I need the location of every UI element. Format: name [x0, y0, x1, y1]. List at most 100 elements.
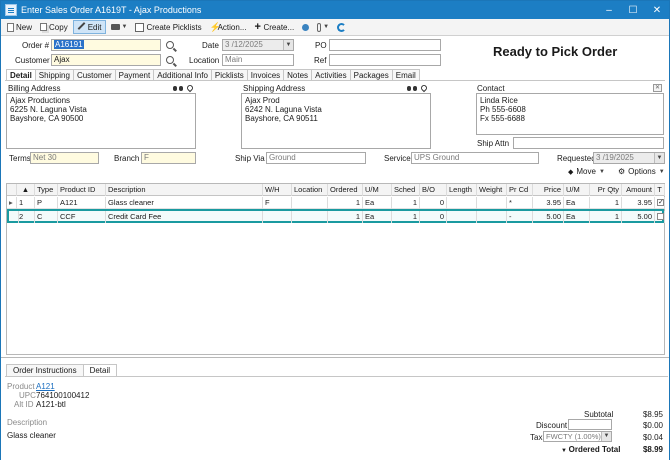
row-sched[interactable]: 1: [392, 211, 420, 223]
row-description[interactable]: Credit Card Fee: [106, 211, 263, 223]
row-price[interactable]: 5.00: [533, 211, 564, 223]
minimize-button[interactable]: –: [597, 5, 621, 16]
row-um2[interactable]: Ea: [564, 211, 590, 223]
tab-divider: [5, 80, 665, 81]
row-type[interactable]: P: [35, 197, 58, 209]
row-wh[interactable]: [263, 211, 292, 223]
col-weight[interactable]: Weight: [477, 184, 507, 196]
customer-search-icon[interactable]: [166, 56, 174, 64]
col-prqty[interactable]: Pr Qty: [590, 184, 622, 196]
row-length[interactable]: [447, 211, 477, 223]
customer-field[interactable]: Ajax: [51, 54, 161, 66]
row-amount[interactable]: 5.00: [622, 211, 655, 223]
row-um[interactable]: Ea: [363, 197, 392, 209]
col-ordered[interactable]: Ordered: [328, 184, 363, 196]
binoculars-icon[interactable]: [173, 85, 183, 92]
close-button[interactable]: ✕: [645, 5, 669, 16]
row-taxed-checkbox[interactable]: [655, 211, 665, 223]
billing-address-box[interactable]: Ajax Productions 6225 N. Laguna Vista Ba…: [6, 93, 196, 149]
row-weight[interactable]: [477, 197, 507, 209]
col-location[interactable]: Location: [292, 184, 328, 196]
col-amount[interactable]: Amount: [622, 184, 655, 196]
map-pin-icon[interactable]: [185, 83, 195, 93]
col-sort[interactable]: ▲: [17, 184, 35, 196]
row-weight[interactable]: [477, 211, 507, 223]
options-menu[interactable]: ⚙ Options ▼: [618, 167, 665, 176]
col-price[interactable]: Price: [533, 184, 564, 196]
row-taxed-checkbox[interactable]: [655, 197, 665, 209]
col-length[interactable]: Length: [447, 184, 477, 196]
chevron-down-icon[interactable]: ▼: [654, 153, 664, 163]
row-prqty[interactable]: 1: [590, 211, 622, 223]
row-um[interactable]: Ea: [363, 211, 392, 223]
col-prcd[interactable]: Pr Cd: [507, 184, 533, 196]
chevron-down-icon[interactable]: ▼: [601, 432, 611, 441]
table-row-selected[interactable]: 2 C CCF Credit Card Fee 1 Ea 1 0 - 5.00 …: [7, 209, 665, 223]
chevron-down-icon[interactable]: ▼: [283, 40, 293, 50]
order-search-icon[interactable]: [166, 41, 174, 49]
new-button[interactable]: New: [4, 20, 35, 34]
chevron-down-icon[interactable]: ▼: [561, 448, 569, 454]
row-wh[interactable]: F: [263, 197, 292, 209]
ship-attn-field[interactable]: [513, 137, 664, 149]
col-type[interactable]: Type: [35, 184, 58, 196]
move-menu[interactable]: ◆ Move ▼: [568, 167, 605, 176]
row-amount[interactable]: 3.95: [622, 197, 655, 209]
branch-field[interactable]: F: [141, 152, 196, 164]
col-um2[interactable]: U/M: [564, 184, 590, 196]
copy-button[interactable]: Copy: [37, 20, 71, 34]
row-type[interactable]: C: [35, 211, 58, 223]
row-prcd[interactable]: -: [507, 211, 533, 223]
close-icon[interactable]: ✕: [653, 84, 662, 92]
col-taxed[interactable]: T: [655, 184, 665, 196]
row-ordered[interactable]: 1: [328, 211, 363, 223]
discount-field[interactable]: [568, 419, 612, 430]
shipping-address-box[interactable]: Ajax Prod 6242 N. Laguna Vista Bayshore,…: [241, 93, 431, 149]
row-description[interactable]: Glass cleaner: [106, 197, 263, 209]
binoculars-icon[interactable]: [407, 85, 417, 92]
service-field[interactable]: UPS Ground: [411, 152, 539, 164]
edit-button[interactable]: Edit: [72, 20, 106, 34]
contact-box[interactable]: Linda Rice Ph 555-6608 Fx 555-6688: [476, 93, 664, 135]
col-description[interactable]: Description: [106, 184, 263, 196]
table-row[interactable]: ▸ 1 P A121 Glass cleaner F 1 Ea 1 0 * 3.…: [7, 197, 665, 209]
order-number-field[interactable]: A16191: [51, 39, 161, 51]
row-product-id[interactable]: A121: [58, 197, 106, 209]
col-wh[interactable]: W/H: [263, 184, 292, 196]
po-field[interactable]: [329, 39, 441, 51]
col-sched[interactable]: Sched: [392, 184, 420, 196]
action-button[interactable]: ⚡ Action...: [207, 20, 250, 34]
print-button[interactable]: ▼: [108, 20, 131, 34]
col-um[interactable]: U/M: [363, 184, 392, 196]
location-field[interactable]: Main: [222, 54, 294, 66]
row-sched[interactable]: 1: [392, 197, 420, 209]
ship-via-field[interactable]: Ground: [266, 152, 366, 164]
row-location[interactable]: [292, 211, 328, 223]
row-ordered[interactable]: 1: [328, 197, 363, 209]
row-length[interactable]: [447, 197, 477, 209]
product-link[interactable]: A121: [36, 382, 55, 391]
contact-button[interactable]: [299, 20, 312, 34]
contact-line: Ph 555-6608: [480, 105, 526, 114]
date-field[interactable]: 3 /12/2025 ▼: [222, 39, 294, 51]
row-prqty[interactable]: 1: [590, 197, 622, 209]
terms-field[interactable]: Net 30: [30, 152, 99, 164]
row-location[interactable]: [292, 197, 328, 209]
create-picklists-button[interactable]: Create Picklists: [132, 20, 204, 34]
row-product-id[interactable]: CCF: [58, 211, 106, 223]
tax-code-field[interactable]: FWCTY (1.00%) ▼: [543, 431, 612, 442]
row-um2[interactable]: Ea: [564, 197, 590, 209]
row-bo[interactable]: 0: [420, 211, 447, 223]
refresh-button[interactable]: [334, 20, 349, 34]
maximize-button[interactable]: ☐: [621, 5, 645, 16]
row-bo[interactable]: 0: [420, 197, 447, 209]
create-button[interactable]: + Create...: [251, 20, 297, 34]
row-prcd[interactable]: *: [507, 197, 533, 209]
ref-field[interactable]: [329, 54, 441, 66]
attach-button[interactable]: ▼: [314, 20, 332, 34]
col-product-id[interactable]: Product ID: [58, 184, 106, 196]
col-bo[interactable]: B/O: [420, 184, 447, 196]
row-price[interactable]: 3.95: [533, 197, 564, 209]
requested-date-field[interactable]: 3 /19/2025 ▼: [593, 152, 665, 164]
map-pin-icon[interactable]: [419, 83, 429, 93]
